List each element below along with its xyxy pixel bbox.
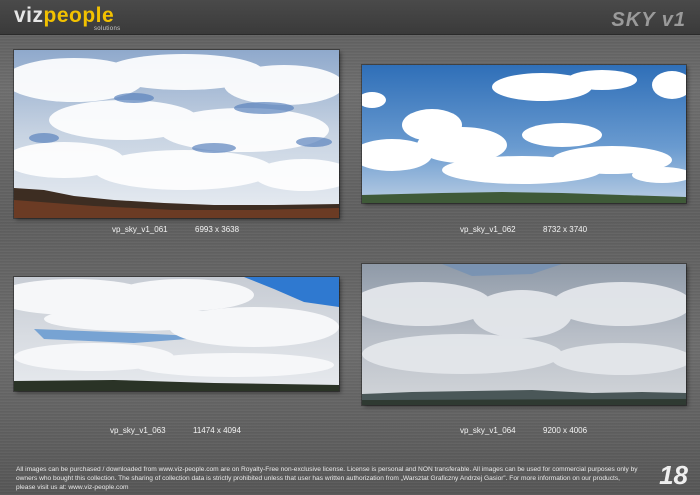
license-text: All images can be purchased / downloaded… — [16, 466, 638, 491]
sky-photo-062[interactable] — [362, 65, 686, 203]
vizpeople-logo[interactable]: vizpeople solutions — [14, 4, 120, 32]
image-resolution-062: 8732 x 3740 — [543, 225, 588, 234]
image-name-064: vp_sky_v1_064 — [460, 426, 516, 435]
header-bar: vizpeople solutions SKY v1 — [0, 0, 700, 35]
sky-photo-064[interactable] — [362, 264, 686, 405]
image-name-062: vp_sky_v1_062 — [460, 225, 516, 234]
image-name-063: vp_sky_v1_063 — [110, 426, 166, 435]
collection-title: SKY v1 — [611, 9, 686, 31]
image-resolution-061: 6993 x 3638 — [195, 225, 240, 234]
image-name-061: vp_sky_v1_061 — [112, 225, 168, 234]
sky-photo-063[interactable] — [14, 277, 339, 391]
page-number: 18 — [659, 460, 688, 490]
sky-photo-061[interactable] — [14, 50, 339, 218]
logo-subtitle: solutions — [94, 26, 121, 32]
logo-text-viz: viz — [14, 4, 44, 27]
logo-text-people: people — [43, 4, 115, 27]
image-resolution-063: 11474 x 4094 — [193, 426, 241, 435]
image-resolution-064: 9200 x 4006 — [543, 426, 588, 435]
